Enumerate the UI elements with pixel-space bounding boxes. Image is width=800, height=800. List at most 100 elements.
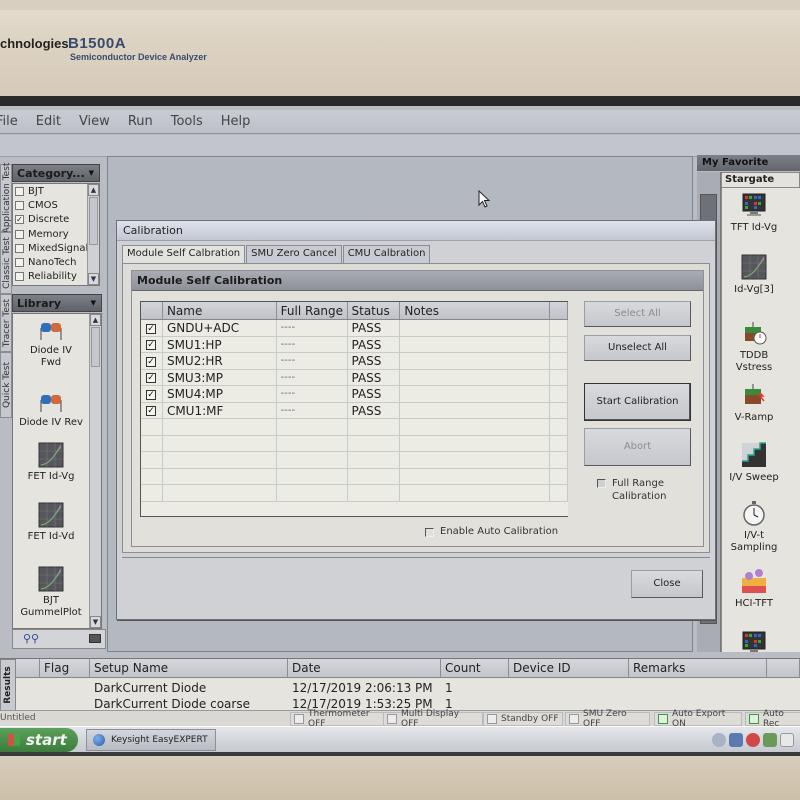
favorite-item[interactable] bbox=[722, 630, 786, 652]
column-header-setup-name[interactable]: Setup Name bbox=[90, 659, 288, 677]
table-row[interactable]: ✓ CMU1:MF ---- PASS bbox=[141, 402, 568, 419]
table-row[interactable]: ✓ SMU1:HP ---- PASS bbox=[141, 336, 568, 353]
status-auto-record[interactable]: Auto Rec bbox=[745, 709, 800, 729]
menu-file[interactable]: File bbox=[0, 114, 18, 129]
binoculars-icon[interactable]: ⚲⚲ bbox=[23, 632, 39, 645]
status-auto-export[interactable]: Auto Export ON bbox=[654, 709, 742, 729]
table-row[interactable]: ✓ GNDU+ADC ---- PASS bbox=[141, 320, 568, 337]
column-header-remarks[interactable]: Remarks bbox=[629, 659, 767, 677]
status-thermometer[interactable]: Thermometer OFF bbox=[290, 709, 390, 729]
status-standby[interactable]: Standby OFF bbox=[483, 712, 563, 726]
table-row[interactable]: ✓ SMU4:MP ---- PASS bbox=[141, 386, 568, 403]
column-header-full-range[interactable]: Full Range bbox=[277, 302, 348, 319]
favorite-item[interactable]: HCI-TFT bbox=[722, 568, 786, 610]
row-select-cell bbox=[141, 419, 163, 435]
column-header-device-id[interactable]: Device ID bbox=[509, 659, 629, 677]
category-label: CMOS bbox=[28, 199, 58, 211]
status-smu-zero[interactable]: SMU Zero OFF bbox=[565, 709, 650, 729]
start-button[interactable]: start bbox=[0, 728, 78, 752]
row-checkbox[interactable]: ✓ bbox=[146, 406, 156, 416]
menu-edit[interactable]: Edit bbox=[36, 114, 61, 129]
menu-run[interactable]: Run bbox=[128, 114, 153, 129]
scroll-up-icon[interactable]: ▲ bbox=[90, 314, 101, 326]
taskbar-item-easyexpert[interactable]: Keysight EasyEXPERT bbox=[86, 729, 216, 751]
full-range-calibration-checkbox[interactable]: Full Range Calibration bbox=[597, 477, 666, 503]
checkbox[interactable] bbox=[425, 528, 434, 537]
enable-auto-calibration-checkbox[interactable]: Enable Auto Calibration bbox=[425, 526, 558, 537]
favorite-item[interactable]: TFT Id-Vg bbox=[722, 192, 786, 234]
scroll-thumb[interactable] bbox=[89, 197, 98, 245]
favorite-item-label: I/V Sweep bbox=[729, 472, 779, 483]
extra-cell bbox=[550, 419, 568, 435]
library-scrollbar[interactable]: ▲ ▼ bbox=[89, 314, 101, 628]
favorite-item[interactable]: I/V-t Sampling bbox=[722, 500, 786, 554]
table-row[interactable]: ✓ SMU2:HR ---- PASS bbox=[141, 353, 568, 370]
checkbox[interactable] bbox=[15, 258, 24, 268]
scroll-down-icon[interactable]: ▼ bbox=[88, 273, 99, 285]
checkbox[interactable] bbox=[15, 229, 24, 239]
tab-smu-zero-cancel[interactable]: SMU Zero Cancel bbox=[246, 245, 342, 263]
column-header-count[interactable]: Count bbox=[441, 659, 509, 677]
library-item[interactable]: Diode IV Fwd bbox=[13, 316, 89, 369]
tab-quick-test[interactable]: Quick Test bbox=[0, 352, 12, 418]
row-checkbox[interactable]: ✓ bbox=[146, 323, 156, 334]
select-all-button[interactable]: Select All bbox=[584, 301, 691, 327]
favorite-item[interactable]: V-Ramp bbox=[722, 382, 786, 424]
favorite-item[interactable]: Id-Vg[3] bbox=[722, 254, 786, 296]
display-icon[interactable] bbox=[763, 733, 777, 747]
row-checkbox[interactable]: ✓ bbox=[146, 340, 156, 350]
results-row[interactable]: DarkCurrent Diode 12/17/2019 2:06:13 PM 1 bbox=[16, 680, 800, 696]
table-row[interactable]: ✓ SMU3:MP ---- PASS bbox=[141, 369, 568, 386]
checkbox[interactable]: ✓ bbox=[15, 215, 24, 225]
remarks-cell bbox=[629, 696, 767, 710]
start-calibration-button[interactable]: Start Calibration bbox=[584, 383, 691, 421]
close-button[interactable]: Close bbox=[631, 570, 703, 598]
row-checkbox[interactable]: ✓ bbox=[146, 356, 156, 367]
checkbox[interactable] bbox=[15, 186, 24, 196]
favorite-tab-stargate[interactable]: Stargate bbox=[721, 172, 800, 188]
category-dropdown[interactable]: Category... ▼ bbox=[12, 164, 100, 182]
library-item[interactable]: FET Id-Vd bbox=[13, 502, 89, 543]
keyboard-icon[interactable] bbox=[89, 634, 101, 643]
scroll-down-icon[interactable]: ▼ bbox=[90, 616, 101, 628]
scroll-up-icon[interactable]: ▲ bbox=[88, 184, 99, 196]
unselect-all-button[interactable]: Unselect All bbox=[584, 335, 691, 361]
tab-cmu-calibration[interactable]: CMU Calbration bbox=[342, 245, 431, 263]
checkbox[interactable] bbox=[597, 479, 606, 488]
module-name-cell bbox=[163, 419, 277, 435]
menu-help[interactable]: Help bbox=[221, 114, 251, 129]
library-item[interactable]: Diode IV Rev bbox=[13, 388, 89, 429]
column-header-notes[interactable]: Notes bbox=[400, 302, 551, 319]
tab-results[interactable]: Results bbox=[0, 659, 16, 710]
tab-module-self-calibration[interactable]: Module Self Calbration bbox=[122, 245, 246, 264]
tray-expand-icon[interactable] bbox=[712, 733, 726, 747]
mouse-icon[interactable] bbox=[780, 733, 794, 747]
scroll-thumb[interactable] bbox=[91, 327, 100, 367]
row-checkbox[interactable]: ✓ bbox=[146, 373, 156, 383]
abort-button[interactable]: Abort bbox=[584, 428, 691, 466]
network-disconnected-icon[interactable] bbox=[729, 733, 743, 747]
favorite-item[interactable]: TDDB Vstress bbox=[722, 320, 786, 374]
column-header-flag[interactable]: Flag bbox=[40, 659, 90, 677]
tab-classic-test[interactable]: Classic Test bbox=[0, 232, 12, 294]
library-item[interactable]: FET Id-Vg bbox=[13, 442, 89, 483]
column-header-name[interactable]: Name bbox=[163, 302, 277, 319]
tab-tracer-test[interactable]: Tracer Test bbox=[0, 294, 12, 352]
checkbox[interactable] bbox=[15, 272, 24, 282]
menu-tools[interactable]: Tools bbox=[171, 114, 203, 129]
menu-view[interactable]: View bbox=[79, 114, 110, 129]
row-select-cell: ✓ bbox=[141, 320, 163, 336]
favorite-item[interactable]: I/V Sweep bbox=[722, 442, 786, 484]
column-header-date[interactable]: Date bbox=[288, 659, 441, 677]
status-multi-display[interactable]: Multi Display OFF bbox=[383, 709, 483, 729]
results-row[interactable]: DarkCurrent Diode coarse 12/17/2019 1:53:… bbox=[16, 696, 800, 710]
row-checkbox[interactable]: ✓ bbox=[146, 389, 156, 400]
checkbox[interactable] bbox=[15, 200, 24, 210]
library-item[interactable]: BJT GummelPlot bbox=[13, 566, 89, 619]
library-dropdown[interactable]: Library ▼ bbox=[12, 294, 102, 312]
column-header-status[interactable]: Status bbox=[348, 302, 401, 319]
security-alert-icon[interactable] bbox=[746, 733, 760, 747]
category-scrollbar[interactable]: ▲ ▼ bbox=[87, 184, 99, 285]
tab-application-test[interactable]: Application Test bbox=[0, 163, 12, 233]
checkbox[interactable] bbox=[15, 243, 24, 253]
